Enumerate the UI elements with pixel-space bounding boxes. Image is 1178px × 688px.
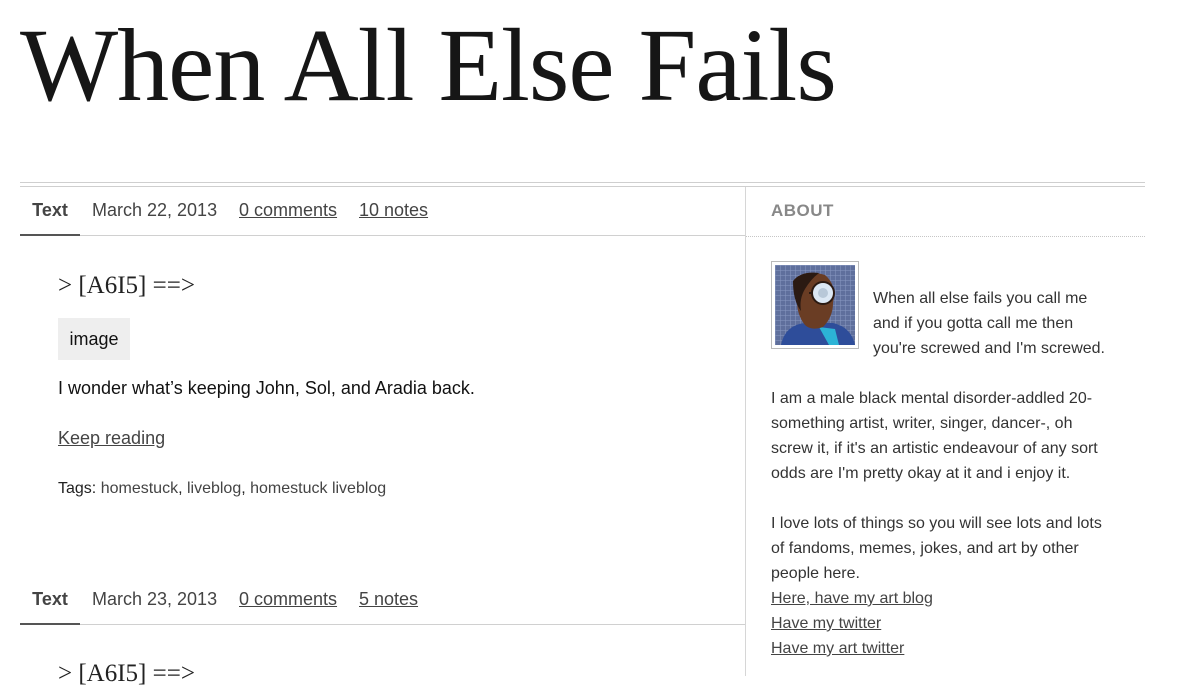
- post-notes-link[interactable]: 5 notes: [359, 576, 418, 623]
- sidebar-loves: I love lots of things so you will see lo…: [771, 511, 1141, 586]
- art-blog-link[interactable]: Here, have my art blog: [771, 586, 933, 611]
- sidebar-intro-line: When all else fails you call me: [873, 290, 1088, 307]
- sidebar-bio-line: I am a male black mental disorder-addled…: [771, 390, 1093, 407]
- tag-link[interactable]: homestuck liveblog: [250, 480, 386, 497]
- avatar: [771, 261, 859, 349]
- blog-title[interactable]: When All Else Fails: [20, 14, 837, 118]
- post-body-text: I wonder what’s keeping John, Sol, and A…: [58, 378, 475, 398]
- post-title[interactable]: > [A6I5] ==>: [58, 660, 195, 688]
- sidebar-heading: ABOUT: [771, 201, 834, 220]
- post-date[interactable]: March 23, 2013: [92, 576, 217, 623]
- sidebar-heading-divider: [746, 236, 1145, 237]
- post-image-placeholder[interactable]: image: [58, 318, 130, 360]
- sidebar-intro: When all else fails you call me and if y…: [873, 286, 1123, 361]
- sidebar-intro-line: you're screwed and I'm screwed.: [873, 340, 1105, 357]
- tag-link[interactable]: liveblog: [187, 480, 241, 497]
- sidebar-loves-line: I love lots of things so you will see lo…: [771, 515, 1102, 532]
- post-tags: Tags: homestuck, liveblog, homestuck liv…: [58, 480, 387, 497]
- tags-label: Tags:: [58, 480, 97, 497]
- sidebar-intro-line: and if you gotta call me then: [873, 315, 1074, 332]
- post-title[interactable]: > [A6I5] ==>: [58, 272, 195, 300]
- avatar-portrait-icon: [775, 265, 855, 345]
- header-divider: [20, 182, 1145, 183]
- keep-reading-link[interactable]: Keep reading: [58, 428, 165, 449]
- post-comments-link[interactable]: 0 comments: [239, 576, 337, 623]
- sidebar-bio-line: something artist, writer, singer, dancer…: [771, 415, 1073, 432]
- sidebar-loves-line: people here.: [771, 565, 860, 582]
- art-twitter-link[interactable]: Have my art twitter: [771, 636, 904, 661]
- post-date[interactable]: March 22, 2013: [92, 187, 217, 234]
- post-comments-link[interactable]: 0 comments: [239, 187, 337, 234]
- sidebar-loves-line: of fandoms, memes, jokes, and art by oth…: [771, 540, 1079, 557]
- post-notes-link[interactable]: 10 notes: [359, 187, 428, 234]
- post-type-label: Text: [20, 576, 80, 625]
- sidebar-bio: I am a male black mental disorder-addled…: [771, 386, 1141, 486]
- sidebar-bio-line: odds are I'm pretty okay at it and i enj…: [771, 465, 1071, 482]
- column-divider: [745, 187, 746, 676]
- sidebar-bio-line: screw it, if it's an artistic endeavour …: [771, 440, 1098, 457]
- tag-link[interactable]: homestuck: [101, 480, 178, 497]
- post-meta-bar: Text March 22, 2013 0 comments 10 notes: [20, 187, 745, 236]
- post-meta-bar: Text March 23, 2013 0 comments 5 notes: [20, 576, 745, 625]
- post-type-label: Text: [20, 187, 80, 236]
- twitter-link[interactable]: Have my twitter: [771, 611, 881, 636]
